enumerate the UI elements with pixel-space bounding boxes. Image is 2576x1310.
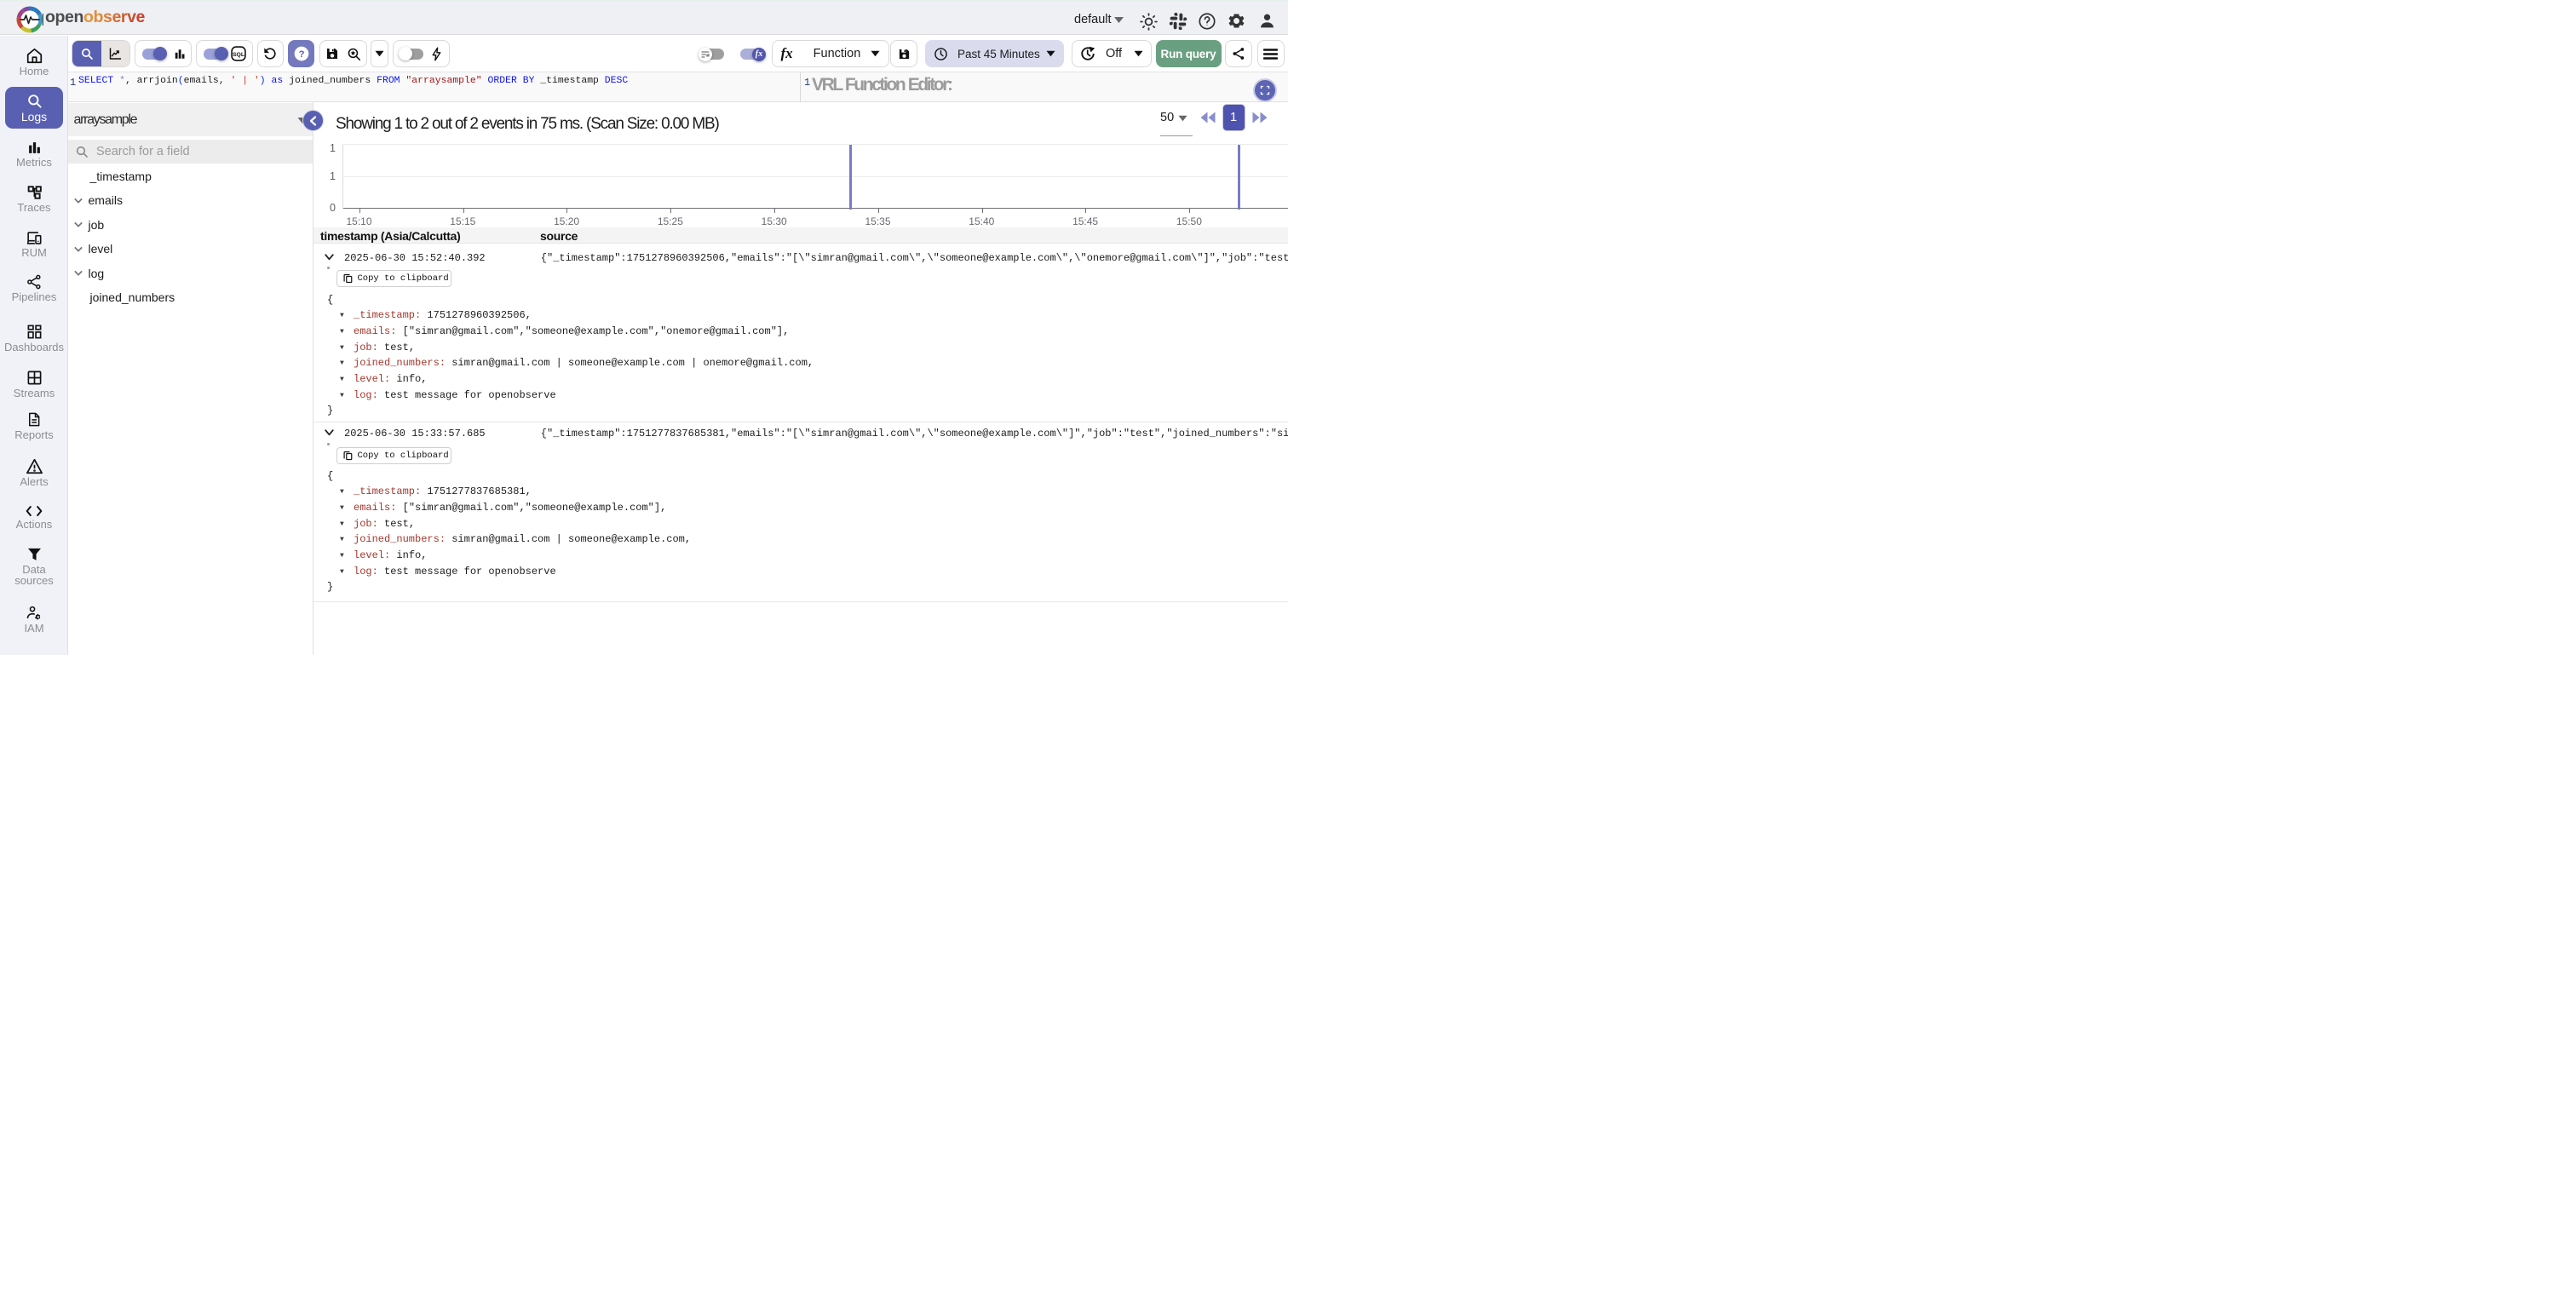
svg-text:?: ?	[298, 49, 304, 60]
svg-text:SQL: SQL	[232, 52, 244, 58]
